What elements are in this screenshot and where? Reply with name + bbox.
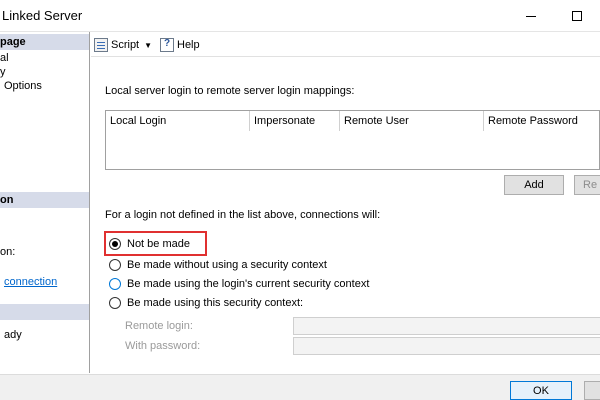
view-connection-properties-link[interactable]: connection — [4, 276, 57, 288]
radio-button[interactable] — [109, 278, 121, 290]
radio-this-security-context[interactable]: Be made using this security context: — [109, 295, 303, 311]
radio-button-checked[interactable] — [109, 238, 121, 250]
toolbar: Script ▼ Help — [91, 33, 600, 57]
minimize-icon — [526, 15, 536, 17]
column-header-local-login[interactable]: Local Login — [106, 111, 250, 131]
connection-label: on: — [0, 246, 16, 258]
page-item-general[interactable]: al — [0, 52, 9, 64]
select-page-header: page — [0, 34, 89, 50]
radio-current-security-context[interactable]: Be made using the login's current securi… — [109, 276, 369, 292]
with-password-input[interactable] — [293, 337, 600, 355]
select-page-pane: page al y Options on on: connection ady — [0, 32, 90, 373]
script-label: Script — [111, 39, 140, 51]
maximize-icon — [572, 11, 582, 21]
cancel-button[interactable] — [584, 381, 600, 400]
script-icon — [94, 38, 108, 52]
login-mappings-grid[interactable]: Local Login Impersonate Remote User Remo… — [105, 110, 600, 170]
radio-button[interactable] — [109, 259, 121, 271]
ok-button[interactable]: OK — [510, 381, 572, 400]
chevron-down-icon[interactable]: ▼ — [144, 41, 152, 50]
window-title: Linked Server — [2, 8, 83, 23]
remote-login-label: Remote login: — [125, 320, 193, 332]
with-password-label: With password: — [125, 340, 201, 352]
add-button[interactable]: Add — [504, 175, 564, 195]
radio-label: Be made using this security context: — [127, 297, 304, 309]
column-header-remote-user[interactable]: Remote User — [340, 111, 484, 131]
help-button[interactable]: Help — [160, 37, 200, 53]
mappings-section-label: Local server login to remote server logi… — [105, 85, 355, 97]
progress-header — [0, 304, 89, 320]
help-icon — [160, 38, 174, 52]
connection-header: on — [0, 192, 89, 208]
maximize-button[interactable] — [554, 0, 600, 32]
title-bar: Linked Server — [0, 0, 600, 32]
dialog-button-bar: OK — [0, 374, 600, 400]
remote-login-input[interactable] — [293, 317, 600, 335]
connections-section-label: For a login not defined in the list abov… — [105, 209, 381, 221]
column-header-remote-password[interactable]: Remote Password — [484, 111, 600, 131]
radio-without-security-context[interactable]: Be made without using a security context — [109, 257, 327, 273]
help-label: Help — [177, 39, 200, 51]
progress-status: ady — [4, 329, 22, 341]
script-button[interactable]: Script ▼ — [94, 37, 152, 53]
radio-label: Not be made — [127, 238, 190, 250]
radio-button[interactable] — [109, 297, 121, 309]
radio-label: Be made using the login's current securi… — [127, 278, 370, 290]
column-header-impersonate[interactable]: Impersonate — [250, 111, 340, 131]
radio-not-be-made[interactable]: Not be made — [109, 236, 190, 252]
radio-label: Be made without using a security context — [127, 259, 327, 271]
minimize-button[interactable] — [508, 0, 554, 32]
page-item-security[interactable]: y — [0, 66, 6, 78]
remove-button[interactable]: Re — [574, 175, 600, 195]
page-item-server-options[interactable]: Options — [4, 80, 42, 92]
security-page: Local server login to remote server logi… — [91, 58, 600, 373]
